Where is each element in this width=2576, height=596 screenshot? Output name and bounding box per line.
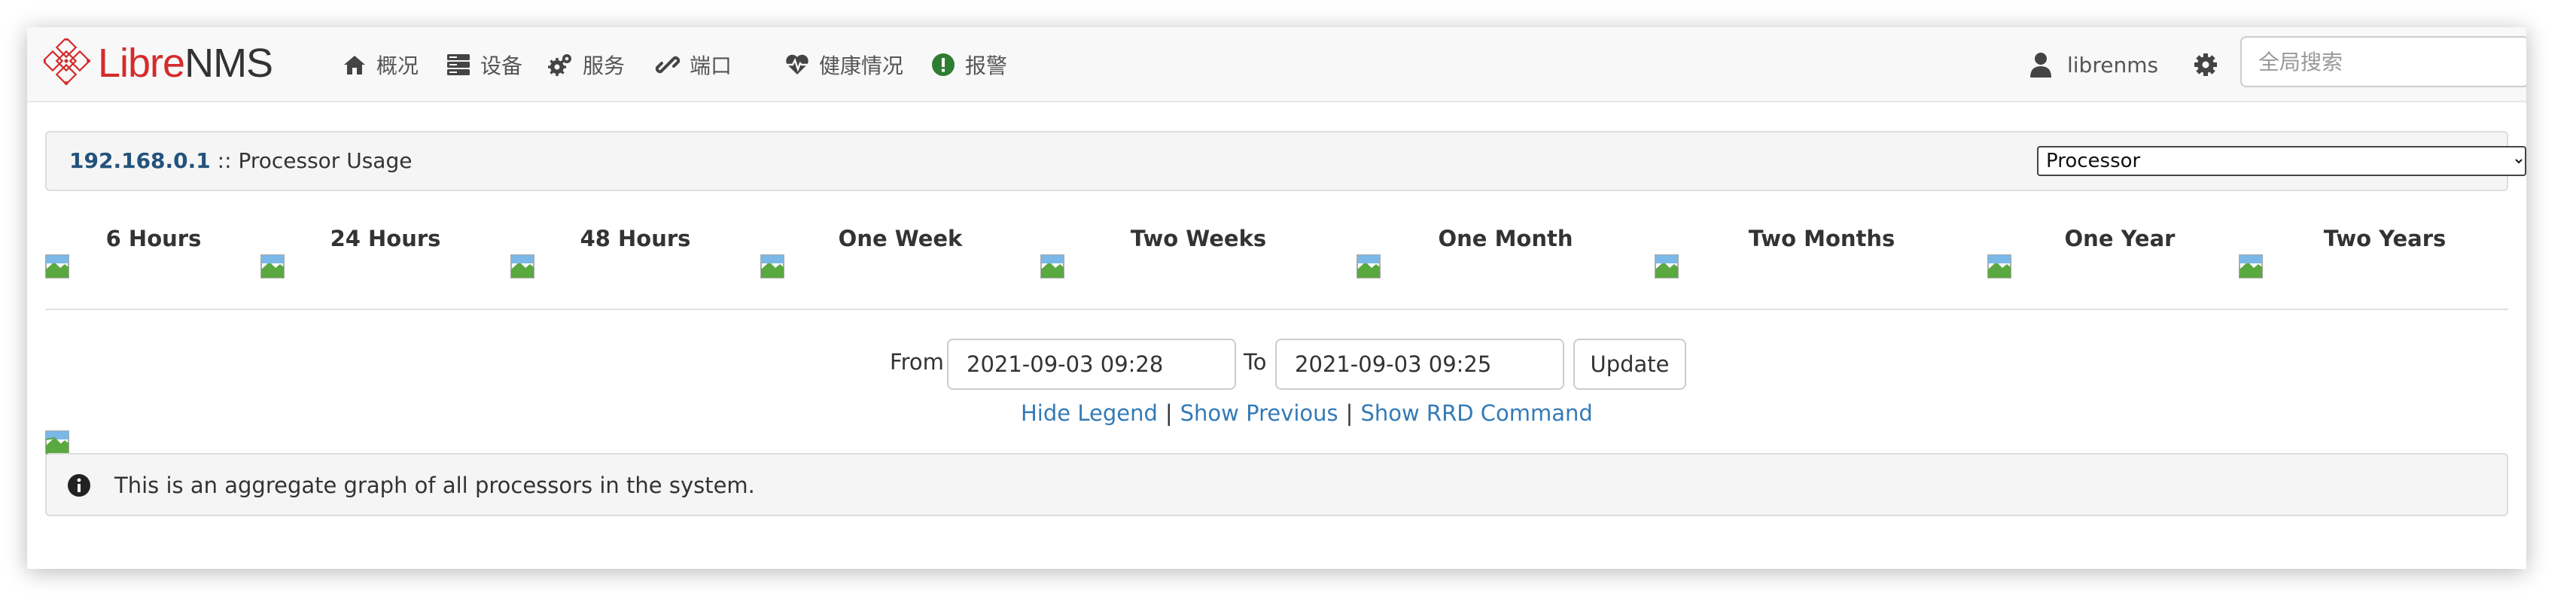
heartbeat-icon — [786, 54, 808, 74]
info-box: This is an aggregate graph of all proces… — [45, 453, 2508, 516]
show-rrd-command-link[interactable]: Show RRD Command — [1360, 400, 1592, 426]
period-label[interactable]: 24 Hours — [295, 226, 476, 251]
show-previous-link[interactable]: Show Previous — [1180, 400, 1338, 426]
period-label[interactable]: One Year — [2029, 226, 2210, 251]
alert-icon — [932, 53, 955, 76]
global-search-input[interactable] — [2240, 36, 2526, 87]
navbar: LibreNMS 概况 设备 服务 端口 健康情况 报警 librenms 全局… — [27, 27, 2526, 102]
from-label: From — [890, 349, 944, 375]
link-icon — [655, 56, 681, 74]
processor-select[interactable]: Processor — [2037, 146, 2526, 176]
user-icon — [2030, 53, 2051, 78]
broken-image-icon — [45, 430, 69, 455]
broken-image-icon — [260, 254, 285, 278]
nav-services-label: 服务 — [583, 53, 626, 78]
username: librenms — [2067, 52, 2159, 78]
info-text: This is an aggregate graph of all proces… — [114, 473, 755, 498]
device-hostname-link[interactable]: 192.168.0.1 — [69, 148, 211, 173]
broken-image-icon — [510, 254, 534, 278]
nav-devices[interactable]: 设备 — [446, 50, 522, 80]
settings-button[interactable] — [2191, 50, 2221, 80]
broken-image-icon — [1040, 254, 1064, 278]
to-label: To — [1244, 349, 1267, 375]
brand-name: LibreNMS — [98, 43, 273, 84]
broken-image-icon — [1655, 254, 1679, 278]
graph-links: Hide Legend | Show Previous | Show RRD Comma… — [1021, 400, 1593, 426]
broken-image-icon — [1357, 254, 1381, 278]
server-icon — [447, 54, 470, 75]
from-date-input[interactable] — [947, 339, 1236, 390]
gear-icon — [2194, 53, 2217, 76]
broken-image-icon — [45, 254, 69, 278]
page-header: 192.168.0.1 :: Processor Usage Processor — [45, 131, 2526, 191]
broken-image-icon — [2239, 254, 2263, 278]
info-icon — [68, 474, 90, 497]
app-window: LibreNMS 概况 设备 服务 端口 健康情况 报警 librenms 全局… — [27, 27, 2526, 569]
period-label[interactable]: Two Weeks — [1108, 226, 1289, 251]
nav-alerts[interactable]: 报警 — [930, 50, 1007, 80]
user-menu[interactable]: librenms — [2029, 50, 2158, 80]
link-separator: | — [1165, 400, 1173, 426]
nav-ports-label: 端口 — [690, 53, 732, 78]
broken-image-icon — [1987, 254, 2011, 278]
home-icon — [344, 56, 365, 74]
broken-image-icon — [760, 254, 784, 278]
nav-overview[interactable]: 概况 — [342, 50, 419, 80]
librenms-logo-icon — [44, 38, 91, 86]
title-separator: :: — [210, 148, 239, 173]
period-label[interactable]: Two Years — [2294, 226, 2475, 251]
nav-alerts-label: 报警 — [965, 53, 1008, 78]
nav-health-label: 健康情况 — [819, 53, 904, 78]
cogs-icon — [548, 54, 571, 76]
period-label[interactable]: Two Months — [1731, 226, 1912, 251]
link-separator: | — [1345, 400, 1353, 426]
period-label[interactable]: One Week — [810, 226, 991, 251]
librenms-logo[interactable]: LibreNMS — [44, 36, 273, 90]
hide-legend-link[interactable]: Hide Legend — [1021, 400, 1158, 426]
nav-health[interactable]: 健康情况 — [784, 50, 903, 80]
divider — [45, 309, 2508, 310]
period-label[interactable]: 48 Hours — [545, 226, 726, 251]
graph-title: Processor Usage — [238, 148, 413, 173]
to-date-input[interactable] — [1275, 339, 1564, 390]
brand-libre: Libre — [98, 41, 185, 86]
brand-nms: NMS — [184, 41, 273, 86]
nav-overview-label: 概况 — [376, 53, 419, 78]
period-label[interactable]: One Month — [1415, 226, 1596, 251]
page-title: 192.168.0.1 :: Processor Usage — [69, 148, 412, 173]
update-button[interactable]: Update — [1573, 339, 1686, 390]
nav-ports[interactable]: 端口 — [655, 50, 732, 80]
nav-devices-label: 设备 — [480, 53, 523, 78]
nav-services[interactable]: 服务 — [548, 50, 625, 80]
period-label[interactable]: 6 Hours — [63, 226, 244, 251]
